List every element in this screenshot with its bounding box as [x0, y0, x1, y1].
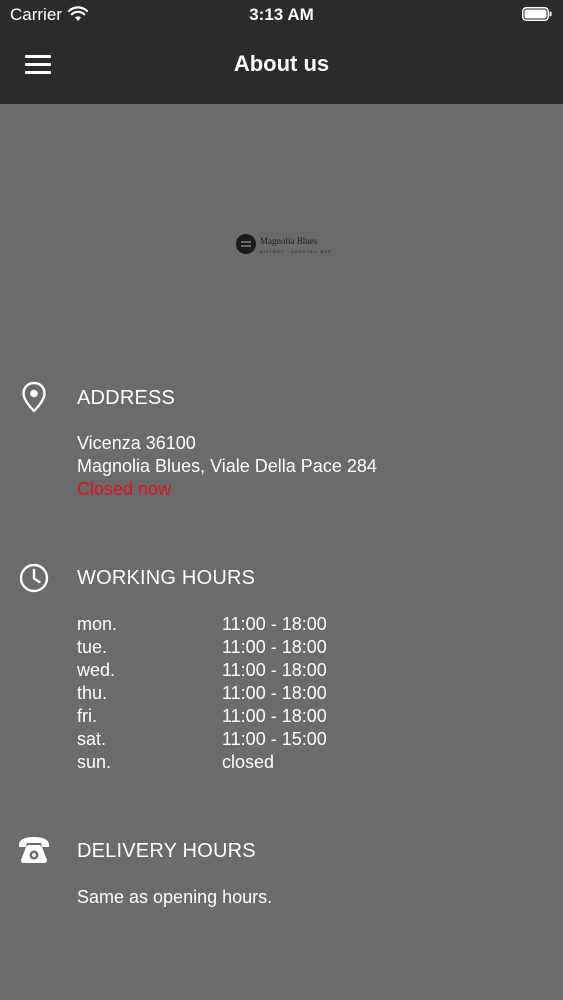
open-status-label: Closed now: [77, 479, 172, 499]
hours-day-mon: mon.: [77, 614, 118, 634]
working-hours-title: WORKING HOURS: [77, 567, 256, 589]
delivery-hours-text: Same as opening hours.: [77, 887, 273, 907]
hours-day-sun: sun.: [77, 752, 112, 772]
address-line-city[interactable]: Vicenza 36100: [77, 432, 196, 455]
clock-icon: [19, 563, 49, 593]
logo-tagline: BISTROT · COCKTAIL BAR: [260, 249, 332, 254]
hours-time-sun: closed: [222, 752, 275, 772]
delivery-hours-title: DELIVERY HOURS: [77, 840, 256, 862]
hours-day-thu: thu.: [77, 683, 108, 703]
hours-time-wed: 11:00 - 18:00: [222, 660, 327, 680]
restaurant-logo: Magnolia Blues BISTROT · COCKTAIL BAR: [236, 234, 332, 258]
hours-time-sat: 11:00 - 15:00: [222, 729, 327, 749]
hours-day-wed: wed.: [77, 660, 116, 680]
hours-time-mon: 11:00 - 18:00: [222, 614, 327, 634]
address-title: ADDRESS: [77, 387, 176, 409]
page-title: About us: [233, 51, 330, 76]
logo-name: Magnolia Blues: [260, 236, 318, 246]
logo-mark-icon: [236, 234, 256, 254]
map-pin-icon: [22, 381, 46, 413]
telephone-icon: [19, 837, 49, 863]
hours-day-fri: fri.: [77, 706, 97, 726]
clock-label: 3:13 AM: [249, 5, 314, 24]
hours-time-fri: 11:00 - 18:00: [222, 706, 327, 726]
hours-time-tue: 11:00 - 18:00: [222, 637, 327, 657]
hours-time-thu: 11:00 - 18:00: [222, 683, 327, 703]
address-line-street[interactable]: Magnolia Blues, Viale Della Pace 284: [77, 455, 377, 478]
battery-icon: [522, 7, 552, 21]
navigation-bar: Carrier 3:13 AM About us: [0, 0, 563, 104]
hours-day-tue: tue.: [77, 637, 108, 657]
hours-day-sat: sat.: [77, 729, 107, 749]
